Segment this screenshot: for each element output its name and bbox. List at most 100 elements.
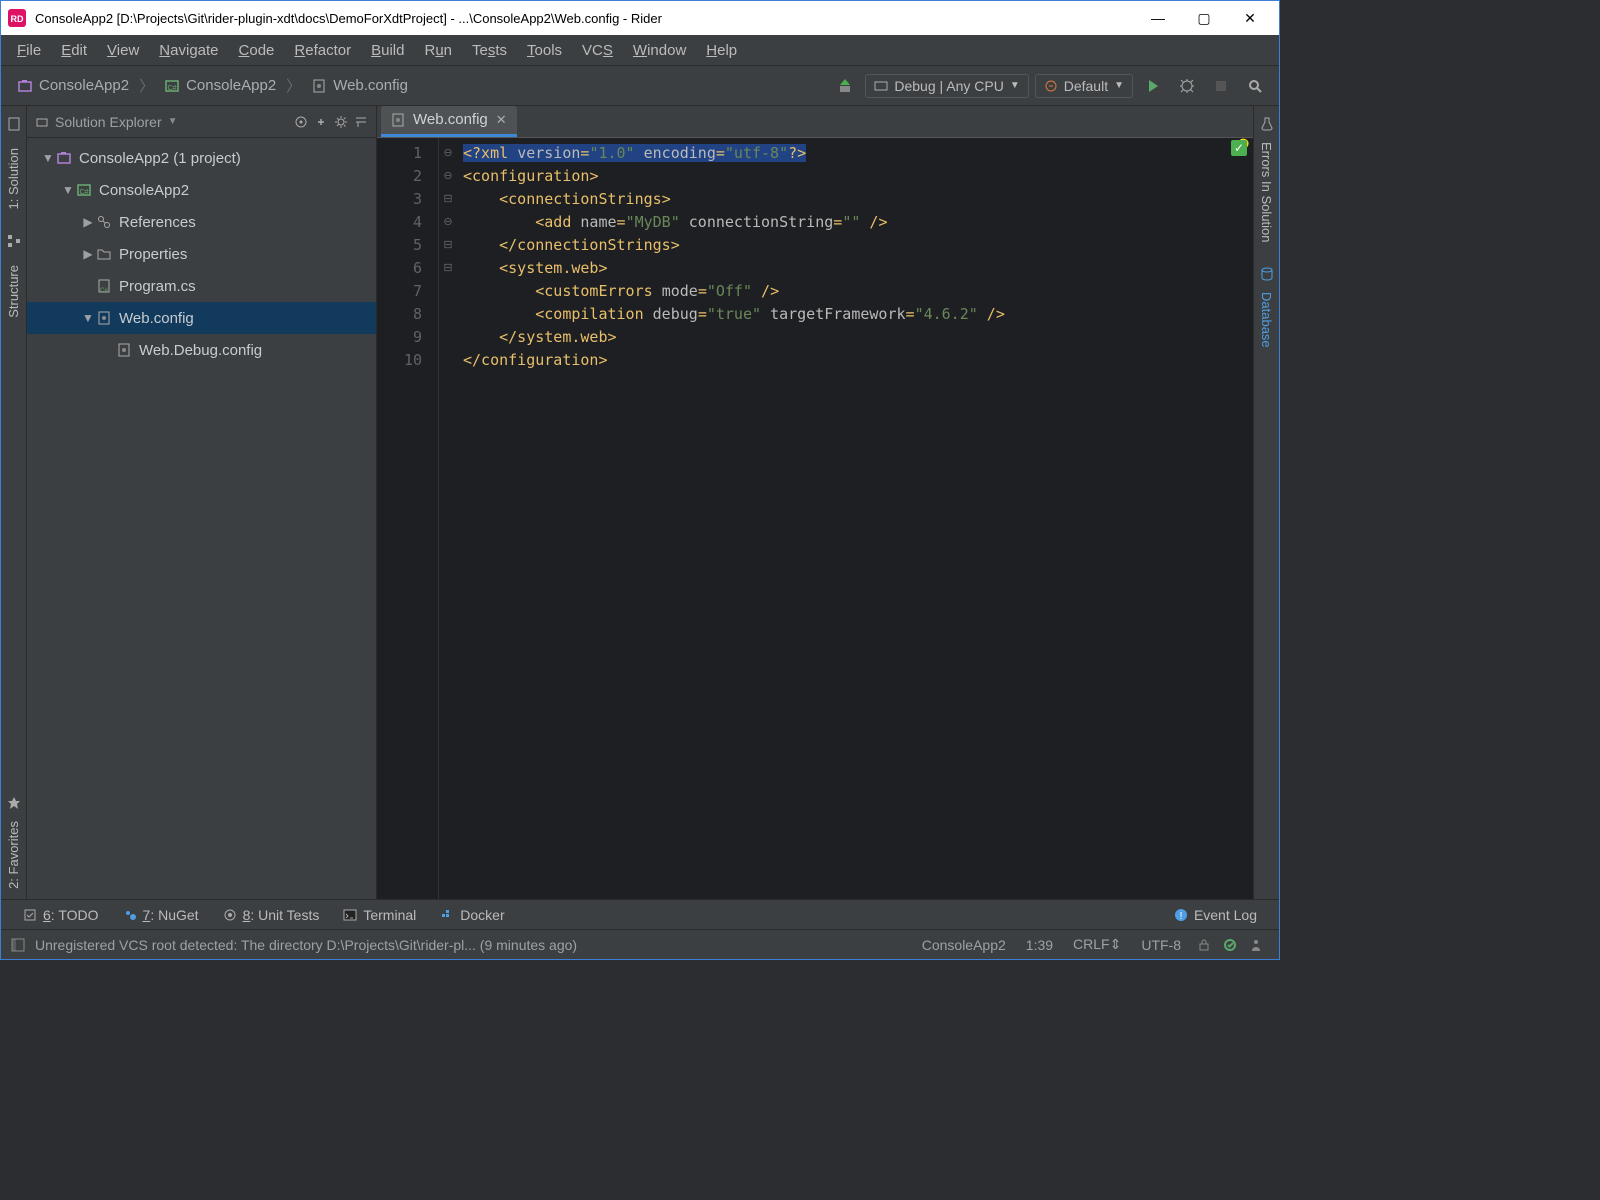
- menu-file[interactable]: File: [7, 38, 51, 63]
- menu-edit[interactable]: Edit: [51, 38, 97, 63]
- tree-item[interactable]: Web.Debug.config: [27, 334, 376, 366]
- csproj-icon: C#: [164, 78, 180, 94]
- sync-icon[interactable]: [314, 115, 328, 129]
- favorites-tool-icon[interactable]: [6, 795, 22, 811]
- tree-item[interactable]: ▶Properties: [27, 238, 376, 270]
- stop-button[interactable]: [1207, 72, 1235, 100]
- editor-area: Web.config ✕ 12345678910 ⊖⊖⊟⊖⊟⊟ <?xml ve…: [377, 106, 1253, 899]
- minimize-button[interactable]: ―: [1135, 1, 1181, 35]
- bottom-toolstrip: 6: TODO 7: NuGet 8: Unit Tests Terminal …: [1, 899, 1279, 929]
- editor-tabbar: Web.config ✕: [377, 106, 1253, 138]
- menu-tools[interactable]: Tools: [517, 38, 572, 63]
- solution-icon: [17, 78, 33, 94]
- menu-view[interactable]: View: [97, 38, 149, 63]
- solution-tree[interactable]: ▼ConsoleApp2 (1 project)▼C#ConsoleApp2▶R…: [27, 138, 376, 899]
- code-content[interactable]: <?xml version="1.0" encoding="utf-8"?><c…: [457, 138, 1234, 899]
- svg-text:C#: C#: [100, 288, 108, 294]
- svg-text:C#: C#: [80, 189, 89, 196]
- tool-docker[interactable]: Docker: [428, 907, 516, 923]
- menu-window[interactable]: Window: [623, 38, 696, 63]
- svg-text:RD: RD: [11, 14, 24, 24]
- code-editor[interactable]: 12345678910 ⊖⊖⊟⊖⊟⊟ <?xml version="1.0" e…: [377, 138, 1253, 899]
- run-button[interactable]: [1139, 72, 1167, 100]
- run-config-select[interactable]: Debug | Any CPU ▼: [865, 74, 1028, 98]
- tab-solution[interactable]: 1: Solution: [4, 138, 23, 219]
- chevron-down-icon: ▼: [1114, 80, 1124, 91]
- close-button[interactable]: ✕: [1227, 1, 1273, 35]
- cursor-position[interactable]: 1:39: [1016, 937, 1063, 953]
- encoding[interactable]: UTF-8: [1131, 937, 1191, 953]
- man-icon[interactable]: [1243, 938, 1269, 952]
- hide-icon[interactable]: [354, 115, 368, 129]
- menu-run[interactable]: Run: [414, 38, 462, 63]
- toolwindows-icon[interactable]: [11, 938, 25, 952]
- inspection-icon[interactable]: [1217, 938, 1243, 952]
- svg-text:C#: C#: [168, 85, 177, 92]
- config-icon: [391, 113, 405, 127]
- chevron-down-icon: ▼: [1010, 80, 1020, 91]
- database-icon[interactable]: [1259, 266, 1275, 282]
- tree-item[interactable]: ▶References: [27, 206, 376, 238]
- lock-icon[interactable]: [1191, 938, 1217, 952]
- breadcrumb-item[interactable]: C# ConsoleApp2: [158, 75, 282, 96]
- tool-unit-tests[interactable]: 8: Unit Tests: [211, 907, 332, 923]
- chevron-down-icon[interactable]: ▼: [168, 116, 178, 127]
- main-menu: File Edit View Navigate Code Refactor Bu…: [1, 35, 1279, 66]
- sidebar: Solution Explorer ▼ ▼ConsoleApp2 (1 proj…: [27, 106, 377, 899]
- menu-code[interactable]: Code: [229, 38, 285, 63]
- gear-icon[interactable]: [334, 115, 348, 129]
- tool-todo[interactable]: 6: TODO: [11, 907, 111, 923]
- status-context[interactable]: ConsoleApp2: [912, 937, 1016, 953]
- tab-favorites[interactable]: 2: Favorites: [4, 811, 23, 899]
- line-separator[interactable]: CRLF⇕: [1063, 936, 1131, 953]
- left-tool-strip: 1: Solution Structure 2: Favorites: [1, 106, 27, 899]
- menu-tests[interactable]: Tests: [462, 38, 517, 63]
- tab-structure[interactable]: Structure: [4, 255, 23, 328]
- menu-refactor[interactable]: Refactor: [284, 38, 361, 63]
- toolbar: ConsoleApp2 〉 C# ConsoleApp2 〉 Web.confi…: [1, 66, 1279, 106]
- config-dropdown-icon: [874, 79, 888, 93]
- profile-icon: [1044, 79, 1058, 93]
- breadcrumb-item[interactable]: ConsoleApp2: [11, 75, 135, 96]
- menu-vcs[interactable]: VCS: [572, 38, 623, 63]
- solution-tool-icon[interactable]: [6, 116, 22, 132]
- flask-icon[interactable]: [1259, 116, 1275, 132]
- config-icon: [311, 78, 327, 94]
- tab-errors[interactable]: Errors In Solution: [1257, 132, 1276, 252]
- tree-item[interactable]: ▼ConsoleApp2 (1 project): [27, 142, 376, 174]
- tab-database[interactable]: Database: [1257, 282, 1276, 358]
- tool-nuget[interactable]: 7: NuGet: [111, 907, 211, 923]
- tree-item[interactable]: ▼C#ConsoleApp2: [27, 174, 376, 206]
- target-icon[interactable]: [294, 115, 308, 129]
- event-log[interactable]: !Event Log: [1162, 907, 1269, 923]
- collapse-icon[interactable]: [35, 115, 49, 129]
- breadcrumb-separator: 〉: [139, 75, 154, 96]
- breadcrumb-separator: 〉: [286, 75, 301, 96]
- analysis-ok-icon[interactable]: ✓: [1231, 140, 1247, 156]
- window-titlebar: RD ConsoleApp2 [D:\Projects\Git\rider-pl…: [1, 1, 1279, 35]
- tree-item[interactable]: C#Program.cs: [27, 270, 376, 302]
- svg-text:!: !: [1180, 911, 1183, 922]
- debug-button[interactable]: [1173, 72, 1201, 100]
- breadcrumb-item[interactable]: Web.config: [305, 75, 414, 96]
- right-tool-strip: Errors In Solution Database: [1253, 106, 1279, 899]
- app-icon: RD: [7, 8, 27, 28]
- tool-terminal[interactable]: Terminal: [331, 907, 428, 923]
- menu-build[interactable]: Build: [361, 38, 414, 63]
- run-profile-select[interactable]: Default ▼: [1035, 74, 1133, 98]
- line-gutter: 12345678910: [377, 138, 439, 899]
- sidebar-title: Solution Explorer: [55, 114, 162, 130]
- menu-help[interactable]: Help: [696, 38, 747, 63]
- structure-tool-icon[interactable]: [6, 233, 22, 249]
- status-bar: Unregistered VCS root detected: The dire…: [1, 929, 1279, 959]
- build-button[interactable]: [831, 72, 859, 100]
- search-button[interactable]: [1241, 72, 1269, 100]
- editor-tab[interactable]: Web.config ✕: [381, 106, 517, 137]
- tree-item[interactable]: ▼Web.config: [27, 302, 376, 334]
- fold-column[interactable]: ⊖⊖⊟⊖⊟⊟: [439, 138, 457, 899]
- maximize-button[interactable]: ▢: [1181, 1, 1227, 35]
- status-message[interactable]: Unregistered VCS root detected: The dire…: [35, 937, 577, 953]
- menu-navigate[interactable]: Navigate: [149, 38, 228, 63]
- bulb-icon[interactable]: 💡: [1234, 138, 1253, 899]
- close-icon[interactable]: ✕: [496, 112, 507, 128]
